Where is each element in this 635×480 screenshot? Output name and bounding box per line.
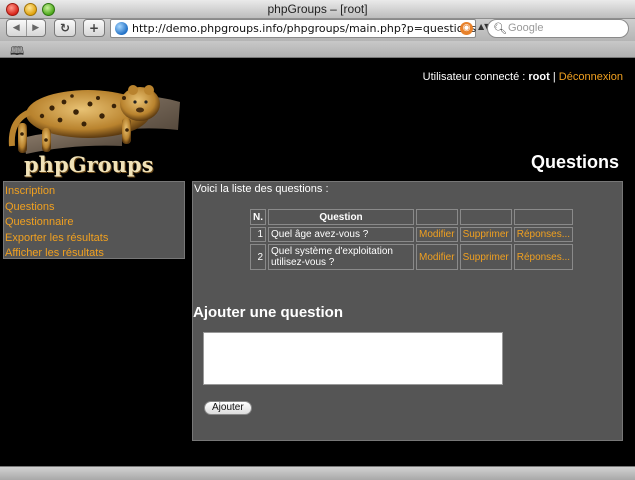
main-content: Voici la liste des questions : N. Questi… [192,181,623,441]
row-number: 1 [250,227,266,242]
row-number: 2 [250,244,266,270]
search-field[interactable]: 🔍︎ Google [487,19,629,38]
sidebar-item-results[interactable]: Afficher les résultats [5,246,183,262]
questions-table: N. Question 1 Quel âge avez-vous ? Modif… [248,207,575,272]
edit-link[interactable]: Modifier [416,227,458,242]
url-text: http://demo.phpgroups.info/phpgroups/mai… [132,22,477,35]
header-edit [416,209,458,225]
plus-icon: + [88,21,100,35]
add-question-button[interactable]: Ajouter [204,401,252,415]
answers-link[interactable]: Réponses... [513,227,574,242]
rss-icon[interactable]: ◉ [460,22,473,35]
intro-text: Voici la liste des questions : [194,183,329,195]
status-bar [0,466,635,480]
globe-icon [115,22,128,35]
new-question-textarea[interactable] [203,332,503,385]
reload-button[interactable]: ↻ [54,19,76,37]
header-answers [513,209,574,225]
back-icon: ◀ [12,23,20,33]
header-number: N. [250,209,266,225]
site-logo[interactable]: phpGroups [2,68,184,178]
search-placeholder: Google [508,22,544,34]
window-title: phpGroups – [root] [267,2,368,16]
reload-icon: ↻ [59,21,71,35]
add-question-heading: Ajouter une question [193,304,343,321]
search-icon: 🔍︎ [493,22,507,35]
sidebar-item-questions[interactable]: Questions [5,200,183,216]
header-question: Question [268,209,414,225]
delete-link[interactable]: Supprimer [459,227,512,242]
sidebar-item-inscription[interactable]: Inscription [5,184,183,200]
header-delete [459,209,512,225]
separator: | [552,71,556,83]
logout-link[interactable]: Déconnexion [559,71,623,83]
delete-link[interactable]: Supprimer [459,244,512,270]
back-button[interactable]: ◀ [7,20,26,36]
forward-button[interactable]: ▶ [25,20,46,36]
address-bar[interactable]: http://demo.phpgroups.info/phpgroups/mai… [110,19,476,38]
sidebar-menu: Inscription Questions Questionnaire Expo… [3,181,185,259]
browser-toolbar: ◀ ▶ ↻ + http://demo.phpgroups.info/phpgr… [0,19,635,41]
table-row: 1 Quel âge avez-vous ? Modifier Supprime… [250,227,574,242]
add-bookmark-button[interactable]: + [83,19,105,37]
answers-link[interactable]: Réponses... [513,244,574,270]
row-question: Quel système d'exploitation utilisez-vou… [268,244,414,270]
user-label: Utilisateur connecté : [422,71,526,83]
logo-text: phpGroups [24,152,154,177]
row-question: Quel âge avez-vous ? [268,227,414,242]
sidebar-item-export[interactable]: Exporter les résultats [5,231,183,247]
web-page: phpGroups Utilisateur connecté : root | … [0,59,635,466]
user-info: Utilisateur connecté : root | Déconnexio… [423,71,623,83]
edit-link[interactable]: Modifier [416,244,458,270]
history-nav: ◀ ▶ [6,19,46,37]
username: root [528,71,550,83]
table-header-row: N. Question [250,209,574,225]
forward-icon: ▶ [32,23,40,33]
browser-window: phpGroups – [root] ◀ ▶ ↻ + http://demo.p… [0,0,635,480]
sidebar-item-questionnaire[interactable]: Questionnaire [5,215,183,231]
page-title: Questions [530,152,619,172]
title-bar: phpGroups – [root] [0,0,635,19]
table-row: 2 Quel système d'exploitation utilisez-v… [250,244,574,270]
bookmarks-bar: 🕮︎ [0,41,635,58]
